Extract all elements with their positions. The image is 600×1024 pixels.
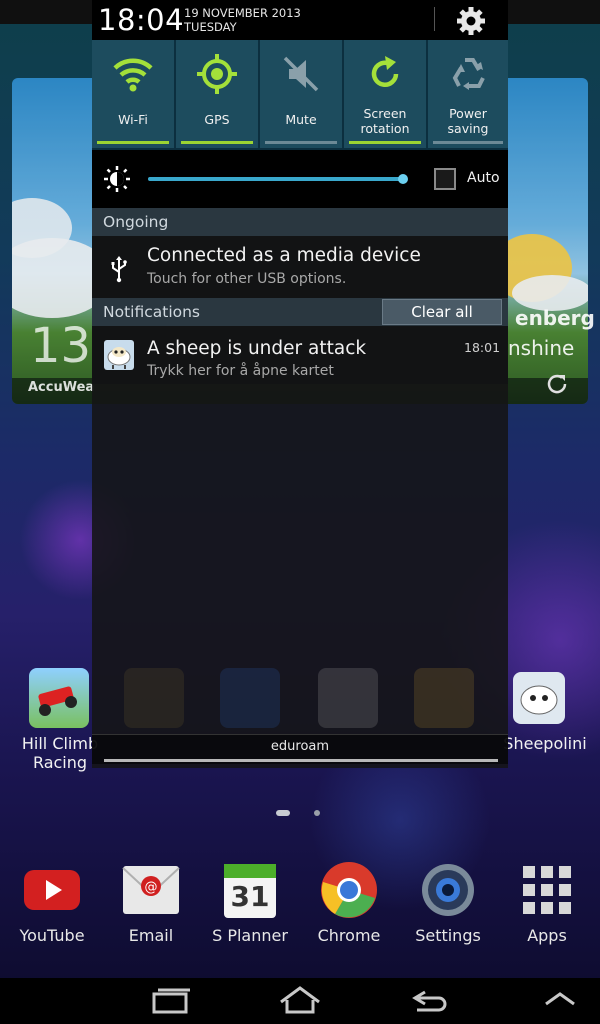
gear-icon[interactable] — [454, 4, 488, 38]
quick-settings-toggles: Wi-Fi GPS Mute Screen rotation Power sav… — [92, 40, 508, 150]
auto-brightness-checkbox[interactable] — [434, 168, 456, 190]
dock-app-apps[interactable]: Apps — [502, 858, 592, 958]
chrome-icon — [319, 860, 379, 920]
back-icon[interactable] — [385, 978, 475, 1024]
rotation-icon — [363, 52, 407, 96]
dock-app-chrome[interactable]: Chrome — [304, 858, 394, 958]
dock-app-settings[interactable]: Settings — [403, 858, 493, 958]
toggle-indicator-on — [97, 141, 169, 144]
home-icon[interactable] — [255, 978, 345, 1024]
panel-drag-handle[interactable] — [104, 759, 498, 762]
toggle-indicator-off — [265, 141, 337, 144]
dock-label: Apps — [527, 926, 567, 945]
calendar-icon: 31 — [220, 860, 280, 920]
notification-title: Connected as a media device — [147, 245, 421, 266]
dock-label: Email — [128, 926, 174, 945]
apps-grid-icon — [517, 860, 577, 920]
panel-header: 18:04 19 NOVEMBER 2013 TUESDAY — [92, 0, 508, 40]
dock-label: Chrome — [317, 926, 381, 945]
notification-title: A sheep is under attack — [147, 338, 367, 359]
brightness-slider-thumb[interactable] — [398, 174, 408, 184]
dimmed-app-icon — [220, 668, 280, 728]
settings-gear-icon — [418, 860, 478, 920]
dock-label: Settings — [415, 926, 481, 945]
sheepolini-label: Sheepolini — [503, 734, 587, 753]
svg-text:@: @ — [145, 880, 158, 895]
notification-subtitle: Touch for other USB options. — [147, 271, 347, 287]
email-icon: @ — [121, 860, 181, 920]
notification-usb[interactable]: Connected as a media device Touch for ot… — [92, 236, 508, 298]
toggle-indicator-on — [349, 141, 421, 144]
header-divider — [434, 7, 435, 31]
dimmed-app-icon — [414, 668, 474, 728]
gps-icon — [195, 52, 239, 96]
notifications-section-header: Notifications Clear all — [92, 298, 508, 326]
brightness-icon — [104, 166, 130, 192]
dock-label: YouTube — [19, 926, 85, 945]
toggle-screen-rotation[interactable]: Screen rotation — [344, 40, 426, 148]
ongoing-section-header: Ongoing — [92, 208, 508, 236]
wifi-network-bar: eduroam — [92, 734, 508, 764]
recycle-icon — [447, 52, 491, 96]
auto-brightness-label: Auto — [467, 170, 500, 186]
toggle-power-saving[interactable]: Power saving — [428, 40, 508, 148]
dimmed-app-icon — [124, 668, 184, 728]
brightness-slider[interactable] — [148, 177, 403, 181]
wifi-icon — [111, 52, 155, 96]
toggle-label: Screen rotation — [360, 106, 410, 136]
section-title: Notifications — [103, 303, 201, 321]
clear-all-button[interactable]: Clear all — [382, 299, 502, 325]
sheepolini-icon[interactable] — [513, 672, 565, 724]
sheep-icon — [104, 340, 134, 370]
section-title: Ongoing — [103, 213, 169, 231]
toggle-indicator-on — [181, 141, 253, 144]
weather-brand: AccuWea — [28, 380, 95, 395]
dock-app-youtube[interactable]: YouTube — [7, 858, 97, 958]
recent-apps-icon[interactable] — [126, 978, 216, 1024]
notification-time: 18:01 — [464, 340, 501, 355]
navigation-bar — [0, 978, 600, 1024]
dimmed-app-icon — [318, 668, 378, 728]
toggle-mute[interactable]: Mute — [260, 40, 342, 148]
clock: 18:04 — [98, 3, 185, 37]
weather-condition: nshine — [508, 336, 575, 360]
date: 19 NOVEMBER 2013 — [184, 6, 301, 20]
notification-sheep[interactable]: A sheep is under attack Trykk her for å … — [92, 326, 508, 384]
mute-icon — [279, 52, 323, 96]
weekday: TUESDAY — [184, 20, 237, 34]
toggle-wifi[interactable]: Wi-Fi — [92, 40, 174, 148]
toggle-label: Wi-Fi — [118, 112, 148, 127]
dock-app-email[interactable]: @ Email — [106, 858, 196, 958]
toggle-label: Power saving — [447, 106, 489, 136]
youtube-icon — [22, 860, 82, 920]
page-indicator — [276, 808, 326, 818]
hill-climb-racing-icon[interactable] — [29, 668, 89, 728]
notification-subtitle: Trykk her for å åpne kartet — [147, 363, 334, 379]
weather-temperature: 13 — [30, 318, 92, 374]
brightness-row: Auto — [92, 150, 508, 208]
toggle-label: GPS — [204, 112, 230, 127]
page-dot — [314, 810, 320, 816]
toggle-label: Mute — [285, 112, 317, 127]
toggle-gps[interactable]: GPS — [176, 40, 258, 148]
page-dot-active — [276, 810, 290, 816]
refresh-icon[interactable] — [545, 372, 569, 396]
toggle-indicator-off — [433, 141, 503, 144]
usb-icon — [104, 254, 134, 284]
wifi-ssid: eduroam — [270, 739, 330, 754]
weather-city: enberg — [515, 306, 595, 330]
expand-up-icon[interactable] — [510, 978, 600, 1024]
notification-panel: 18:04 19 NOVEMBER 2013 TUESDAY Wi-Fi GPS… — [92, 0, 508, 768]
calendar-day: 31 — [230, 880, 270, 913]
dock-label: S Planner — [212, 926, 288, 945]
dock-app-s-planner[interactable]: 31 S Planner — [205, 858, 295, 958]
